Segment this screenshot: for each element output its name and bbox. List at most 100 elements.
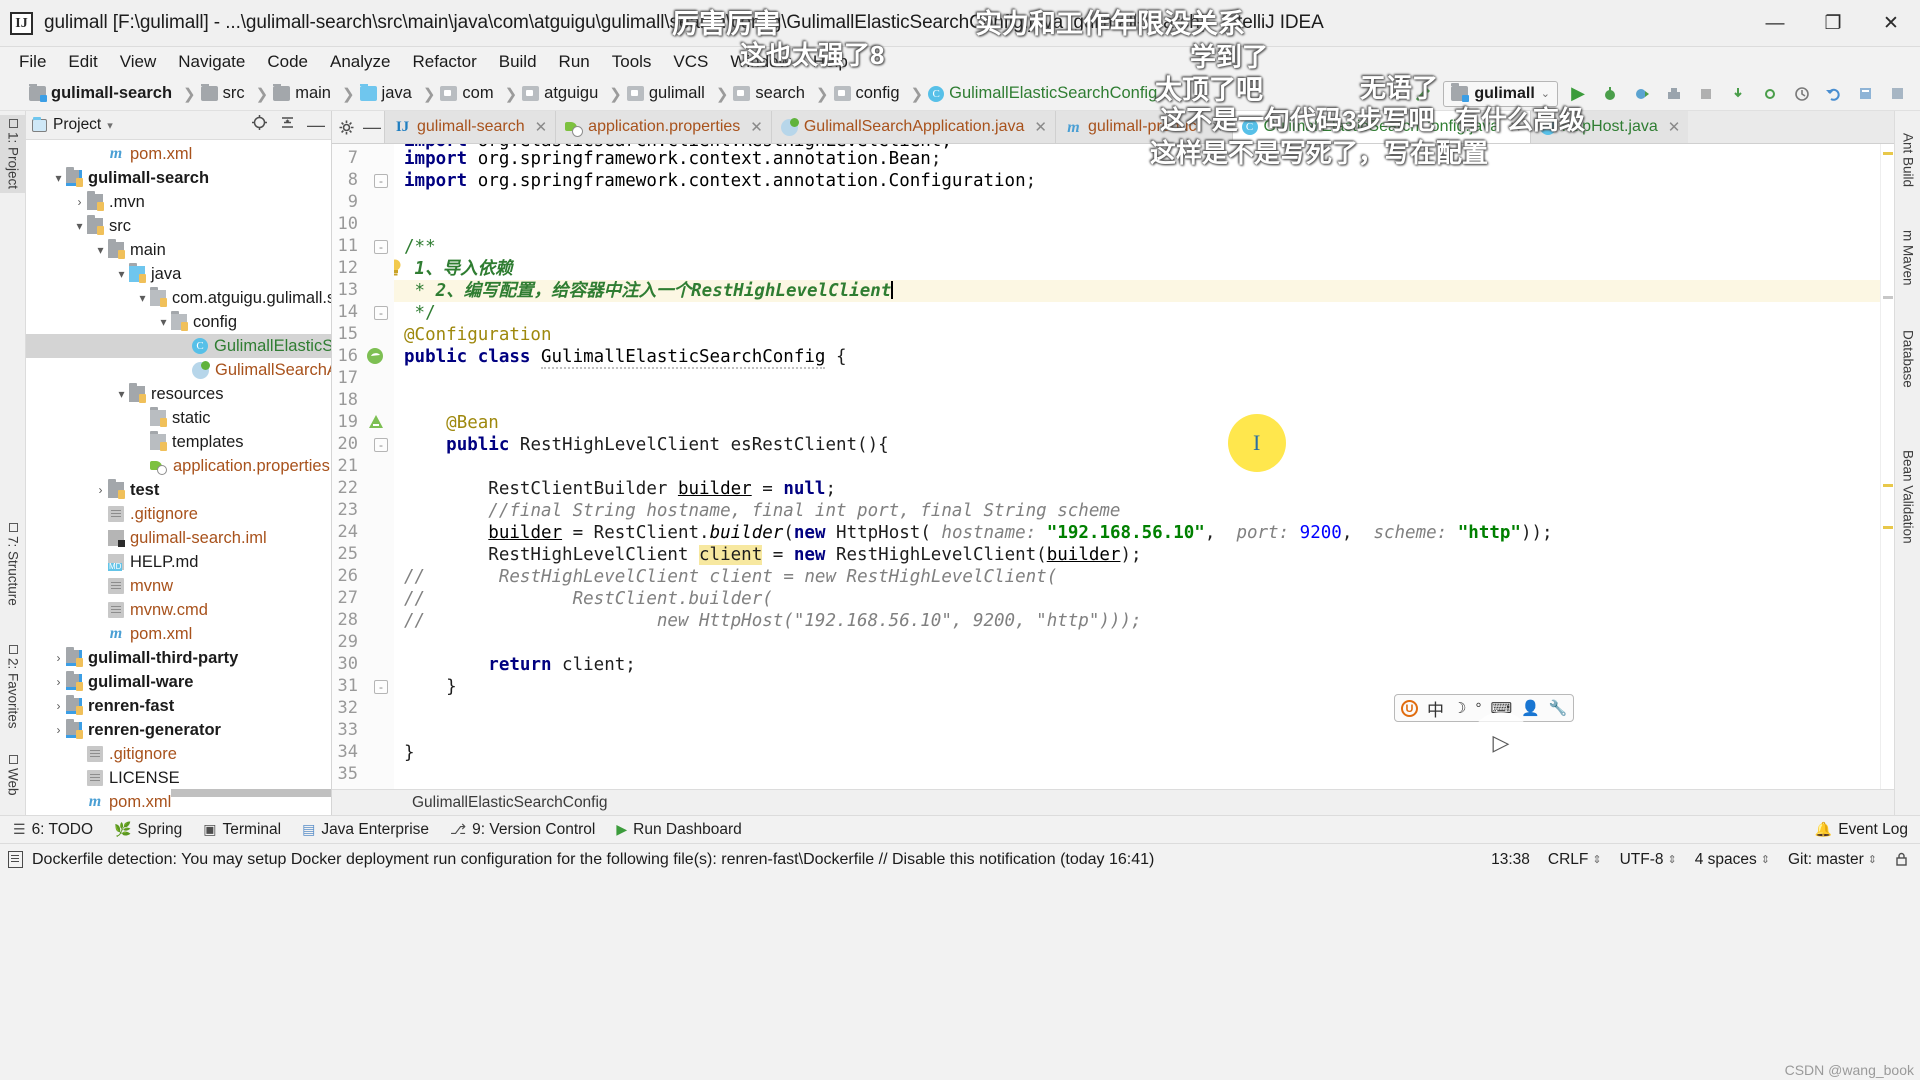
- breadcrumb-item-atguigu[interactable]: ❯ atguigu: [497, 84, 602, 103]
- editor-tab-gulimall-product[interactable]: m gulimall-product ✕: [1054, 111, 1232, 143]
- tree-item[interactable]: ›application.properties: [26, 454, 331, 478]
- ime-user-icon[interactable]: 👤: [1521, 699, 1540, 717]
- chevron-down-icon[interactable]: ▾: [114, 267, 129, 281]
- chevron-down-icon[interactable]: ▾: [107, 119, 113, 132]
- git-branch-widget[interactable]: Git: master ⇕: [1788, 851, 1877, 869]
- tree-item[interactable]: ›mpom.xml: [26, 622, 331, 646]
- menu-item-tools[interactable]: Tools: [601, 50, 663, 74]
- indent-setting[interactable]: 4 spaces ⇕: [1695, 851, 1770, 869]
- chevron-down-icon[interactable]: ▾: [72, 219, 87, 233]
- run-configuration-selector[interactable]: gulimall ⌄: [1443, 80, 1558, 107]
- tree-item[interactable]: ›LICENSE: [26, 766, 331, 790]
- rail-item-bean-validation[interactable]: Bean Validation: [1895, 446, 1920, 548]
- code-fold-toggle[interactable]: -: [374, 680, 388, 694]
- editor-gutter[interactable]: 7 8 9 10 11 12 13 14 15 16 17 18 19 20 21 22 23 24 25 26 27 2…: [332, 144, 394, 789]
- chevron-down-icon[interactable]: ▾: [93, 243, 108, 257]
- close-tab-icon[interactable]: ✕: [1034, 118, 1047, 136]
- breadcrumb-item-search[interactable]: ❯ search: [708, 84, 808, 103]
- chevron-right-icon[interactable]: ›: [51, 699, 66, 713]
- spring-bean-gutter-icon[interactable]: [366, 347, 388, 367]
- breadcrumb-item-gulimall-search[interactable]: gulimall-search: [26, 84, 175, 103]
- menu-item-analyze[interactable]: Analyze: [319, 50, 401, 74]
- undo-icon[interactable]: [1822, 82, 1846, 106]
- tool-window-run-dashboard[interactable]: ▶ Run Dashboard: [607, 819, 750, 841]
- tree-item[interactable]: ▾ src: [26, 214, 331, 238]
- spring-bean-gutter-icon[interactable]: [366, 413, 388, 433]
- menu-item-file[interactable]: File: [8, 50, 57, 74]
- menu-item-edit[interactable]: Edit: [57, 50, 108, 74]
- tree-item[interactable]: ›CGulimallElasticS: [26, 334, 331, 358]
- tool-window-spring[interactable]: 🌿 Spring: [105, 819, 191, 841]
- hide-editor-tabs-icon[interactable]: —: [360, 111, 384, 143]
- tree-item[interactable]: › gulimall-ware: [26, 670, 331, 694]
- lock-icon[interactable]: [1895, 852, 1908, 867]
- tree-item[interactable]: › gulimall-third-party: [26, 646, 331, 670]
- close-tab-icon[interactable]: ✕: [1211, 118, 1224, 136]
- tree-item[interactable]: ▾ java: [26, 262, 331, 286]
- run-button[interactable]: ▶: [1566, 82, 1590, 106]
- menu-item-code[interactable]: Code: [256, 50, 319, 74]
- tool-window-6--todo[interactable]: ☰ 6: TODO: [4, 819, 102, 841]
- breadcrumb-item-config[interactable]: ❯ config: [808, 84, 903, 103]
- collapse-all-icon[interactable]: [279, 114, 296, 136]
- tool-window-terminal[interactable]: ▣ Terminal: [194, 819, 290, 841]
- close-tab-icon[interactable]: ✕: [1509, 118, 1522, 136]
- editor-settings-gear-icon[interactable]: [332, 111, 360, 143]
- hide-panel-icon[interactable]: —: [307, 115, 325, 136]
- rail-item-web[interactable]: Web: [0, 751, 26, 800]
- notification-text[interactable]: Dockerfile detection: You may setup Dock…: [32, 851, 1154, 869]
- menu-item-run[interactable]: Run: [548, 50, 601, 74]
- tree-item[interactable]: ▾ gulimall-search: [26, 166, 331, 190]
- editor-tab-gulimallelasticsearchconfig-java[interactable]: C GulimallElasticSearchConfig.java ✕: [1231, 111, 1530, 143]
- tree-item[interactable]: › renren-fast: [26, 694, 331, 718]
- code-fold-toggle[interactable]: -: [374, 174, 388, 188]
- build-icon[interactable]: [1411, 82, 1435, 106]
- debug-button[interactable]: [1598, 82, 1622, 106]
- ime-degree-icon[interactable]: °: [1475, 700, 1481, 717]
- locate-icon[interactable]: [251, 114, 268, 136]
- tree-item[interactable]: ›GulimallSearchApp: [26, 358, 331, 382]
- menu-item-navigate[interactable]: Navigate: [167, 50, 256, 74]
- editor-tab-gulimall-search[interactable]: IJ gulimall-search ✕: [384, 111, 556, 143]
- rail-item-maven[interactable]: m Maven: [1895, 226, 1920, 290]
- tree-item[interactable]: ▾ com.atguigu.gulimall.s: [26, 286, 331, 310]
- ime-mode-chinese[interactable]: 中: [1427, 696, 1444, 721]
- chevron-right-icon[interactable]: ›: [51, 675, 66, 689]
- tree-item[interactable]: › .mvn: [26, 190, 331, 214]
- breadcrumb-item-com[interactable]: ❯ com: [415, 84, 497, 103]
- close-tab-icon[interactable]: ✕: [1668, 118, 1681, 136]
- chevron-down-icon[interactable]: ▾: [156, 315, 171, 329]
- chevron-down-icon[interactable]: ▾: [135, 291, 150, 305]
- settings-gear-icon[interactable]: [1886, 82, 1910, 106]
- tree-item[interactable]: ›gulimall-search.iml: [26, 526, 331, 550]
- tree-item[interactable]: ›.gitignore: [26, 742, 331, 766]
- menu-item-vcs[interactable]: VCS: [662, 50, 719, 74]
- close-tab-icon[interactable]: ✕: [535, 118, 548, 136]
- project-tree[interactable]: ›mpom.xml▾gulimall-search›.mvn▾src▾main▾…: [26, 140, 331, 815]
- code-text[interactable]: import org.elasticsearch.client.RestHigh…: [394, 144, 1880, 789]
- code-editor[interactable]: 7 8 9 10 11 12 13 14 15 16 17 18 19 20 21 22 23 24 25 26 27 2…: [332, 144, 1894, 789]
- stop-button[interactable]: [1694, 82, 1718, 106]
- rail-item-database[interactable]: Database: [1895, 326, 1920, 392]
- rail-item-ant-build[interactable]: Ant Build: [1895, 129, 1920, 191]
- tree-item[interactable]: ›.gitignore: [26, 502, 331, 526]
- chevron-right-icon[interactable]: ›: [93, 483, 108, 497]
- build-project-button[interactable]: [1662, 82, 1686, 106]
- git-history-icon[interactable]: [1790, 82, 1814, 106]
- breadcrumb-item-gulimallelasticsearchconfig[interactable]: ❯ C GulimallElasticSearchConfig: [903, 84, 1161, 103]
- breadcrumb-item-main[interactable]: ❯ main: [248, 84, 334, 103]
- chevron-down-icon[interactable]: ▾: [114, 387, 129, 401]
- menu-item-window[interactable]: Window: [719, 50, 801, 74]
- error-stripe-markers[interactable]: [1880, 144, 1894, 789]
- code-fold-toggle[interactable]: -: [374, 306, 388, 320]
- tree-item[interactable]: ▾ resources: [26, 382, 331, 406]
- rail-item-project[interactable]: 1: Project: [0, 115, 26, 194]
- maximize-icon[interactable]: ❐: [1804, 0, 1862, 47]
- editor-tab-httphost-java[interactable]: C HttpHost.java ✕: [1529, 111, 1689, 143]
- menu-item-view[interactable]: View: [109, 50, 168, 74]
- file-encoding[interactable]: UTF-8 ⇕: [1620, 851, 1677, 869]
- tree-item[interactable]: ›mvnw: [26, 574, 331, 598]
- close-icon[interactable]: ✕: [1862, 0, 1920, 47]
- editor-tab-gulimallsearchapplication-java[interactable]: GulimallSearchApplication.java ✕: [770, 111, 1055, 143]
- close-tab-icon[interactable]: ✕: [750, 118, 763, 136]
